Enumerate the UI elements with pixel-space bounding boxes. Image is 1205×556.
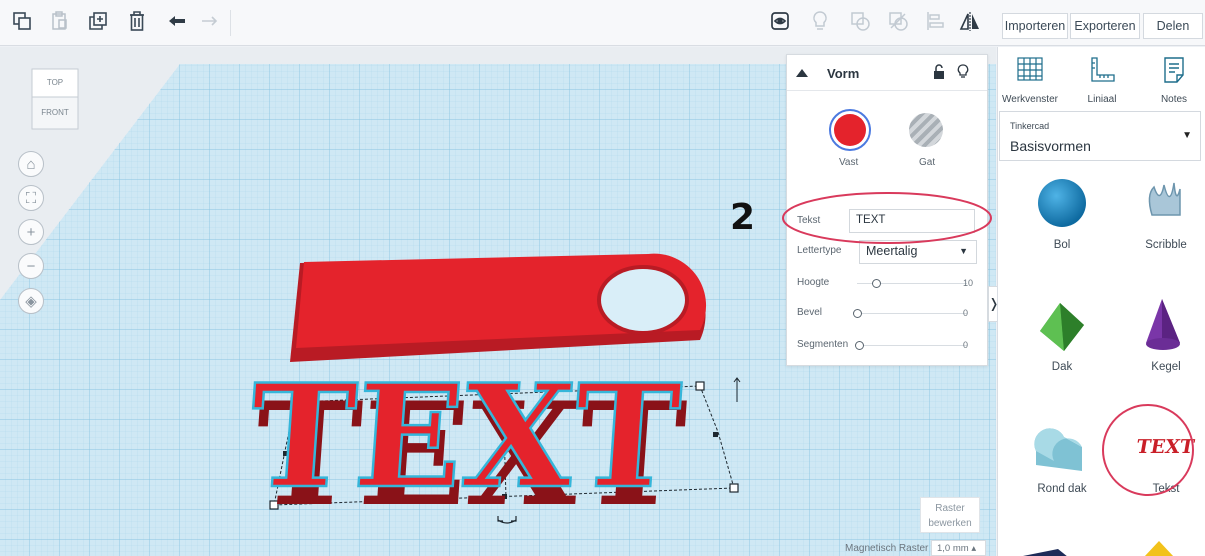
lock-icon[interactable] (933, 64, 945, 80)
segments-slider-knob[interactable] (855, 341, 864, 350)
text-3d-object[interactable]: TEXT TEXT (243, 352, 691, 538)
notes-icon (1164, 57, 1184, 83)
hole-label: Gat (919, 157, 936, 168)
segments-slider[interactable] (863, 345, 967, 346)
home-view-icon[interactable]: ⌂ (18, 151, 44, 177)
font-label: Lettertype (797, 245, 842, 256)
svg-text:FRONT: FRONT (41, 108, 69, 117)
workplane-tool[interactable]: Werkvenster (1000, 55, 1060, 105)
lightbulb-icon[interactable] (806, 7, 834, 35)
snap-grid-label: Magnetisch Raster (845, 543, 929, 554)
roof-icon (1040, 303, 1084, 351)
cone-icon (1146, 299, 1180, 350)
align-icon[interactable] (921, 7, 949, 35)
mirror-icon[interactable] (956, 7, 984, 35)
workplane-icon (1017, 57, 1043, 81)
notes-tool[interactable]: Notes (1144, 55, 1204, 105)
shape-cone[interactable]: Kegel (1102, 287, 1202, 407)
library-provider: Tinkercad (1010, 121, 1050, 131)
bevel-value: 0 (963, 308, 969, 318)
inspector-title: Vorm (827, 66, 860, 81)
copy-icon[interactable] (8, 7, 36, 35)
toolbar-divider (230, 10, 231, 36)
inspector-header: Vorm (787, 55, 987, 91)
shape-next-partial-2 (1144, 541, 1174, 556)
caret-down-icon: ▼ (959, 246, 968, 256)
share-button[interactable]: Delen (1143, 13, 1203, 39)
solid-label: Vast (839, 157, 859, 168)
toolbar: Importeren Exporteren Delen (0, 0, 1205, 46)
height-value: 10 (963, 278, 974, 288)
shape-library-select[interactable]: Tinkercad Basisvormen ▼ (999, 111, 1201, 161)
zoom-in-icon[interactable]: + (18, 219, 44, 245)
group-icon[interactable] (846, 7, 874, 35)
view-cube[interactable]: TOP FRONT (26, 67, 84, 142)
segments-value: 0 (963, 340, 969, 350)
import-button[interactable]: Importeren (1002, 13, 1068, 39)
ruler-tool[interactable]: Liniaal (1072, 55, 1132, 105)
lightbulb-icon[interactable] (957, 64, 969, 80)
caret-down-icon: ▼ (1182, 130, 1192, 141)
library-name: Basisvormen (1010, 138, 1091, 154)
shape-roof[interactable]: Dak (1000, 287, 1100, 407)
zoom-out-icon[interactable]: − (18, 253, 44, 279)
ruler-icon (1091, 57, 1115, 82)
shape-sphere[interactable]: Bol (1000, 165, 1100, 285)
scribble-icon (1148, 182, 1181, 216)
svg-text:TEXT: TEXT (244, 353, 685, 520)
shape-next-partial (1023, 549, 1067, 556)
edit-grid-button[interactable]: Raster bewerken (920, 497, 980, 533)
shape-round-roof[interactable]: Rond dak (1000, 409, 1100, 529)
show-hidden-icon[interactable] (766, 7, 794, 35)
snap-grid-select[interactable]: 1,0 mm ▴ (931, 540, 986, 556)
height-label: Hoogte (797, 277, 830, 288)
svg-text:TOP: TOP (47, 78, 63, 87)
perspective-icon[interactable]: ◈ (18, 288, 44, 314)
redo-icon[interactable] (196, 7, 224, 35)
sphere-icon (1038, 179, 1086, 227)
export-button[interactable]: Exporteren (1070, 13, 1140, 39)
undo-icon[interactable] (163, 7, 191, 35)
round-roof-icon (1034, 428, 1082, 471)
highlight-circle (1102, 404, 1194, 496)
delete-icon[interactable] (123, 7, 151, 35)
duplicate-icon[interactable] (84, 7, 112, 35)
bevel-label: Bevel (797, 307, 823, 318)
shape-scribble[interactable]: Scribble (1102, 165, 1202, 285)
paste-icon[interactable] (45, 7, 73, 35)
segments-label: Segmenten (797, 339, 849, 350)
height-slider-knob[interactable] (872, 279, 881, 288)
tinkercad-app: Importeren Exporteren Delen TEXT TEXT TO… (0, 0, 1205, 556)
annotation-number: 2 (730, 197, 756, 238)
highlight-ellipse (782, 192, 992, 244)
fit-view-icon[interactable]: ⛶ (18, 185, 44, 211)
ungroup-icon[interactable] (884, 7, 912, 35)
hole-swatch[interactable] (909, 113, 943, 147)
bevel-slider-knob[interactable] (853, 309, 862, 318)
solid-color-swatch[interactable] (829, 109, 871, 151)
collapse-up-icon[interactable] (796, 69, 808, 77)
bevel-slider[interactable] (857, 313, 967, 314)
